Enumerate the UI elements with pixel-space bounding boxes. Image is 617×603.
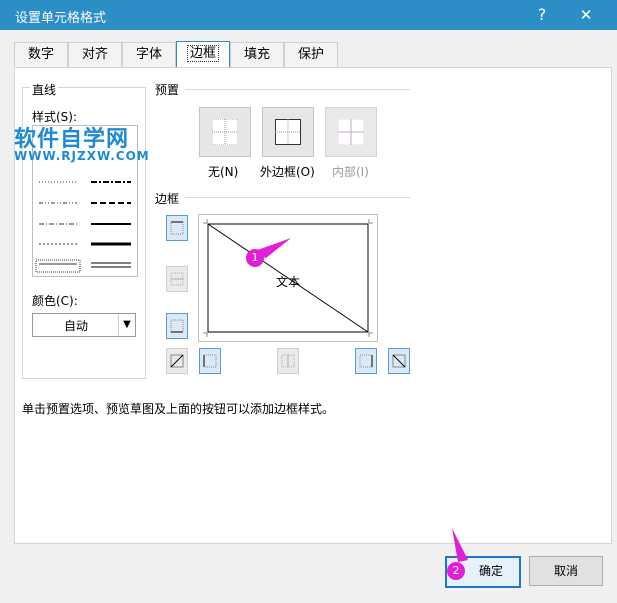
border-middle-horizontal-icon [170, 272, 184, 286]
hint-text: 单击预置选项、预览草图及上面的按钮可以添加边框样式。 [22, 402, 335, 416]
preset-outline-icon [275, 119, 301, 145]
line-heading: 直线 [30, 81, 59, 98]
border-preview[interactable]: 文本 [198, 214, 378, 342]
tab-fill[interactable]: 填充 [230, 42, 284, 67]
border-diagonal-up-button[interactable] [166, 348, 188, 374]
preset-inside-label: 内部(I) [332, 165, 369, 179]
color-label: 颜色(C): [32, 294, 78, 308]
border-bottom-button[interactable] [166, 313, 188, 339]
border-right-icon [359, 354, 373, 368]
preset-inside-button [325, 107, 377, 157]
tab-number[interactable]: 数字 [14, 42, 68, 67]
tab-label: 数字 [27, 47, 54, 62]
color-value: 自动 [63, 319, 88, 333]
border-divider [185, 197, 410, 198]
border-diagonal-down-button[interactable] [388, 348, 410, 374]
tab-label: 保护 [297, 47, 324, 62]
preset-none-icon [212, 119, 238, 145]
tab-border[interactable]: 边框 [176, 41, 230, 69]
tab-alignment[interactable]: 对齐 [68, 42, 122, 67]
diagonal-up-icon [170, 354, 184, 368]
tab-label: 边框 [186, 45, 220, 62]
preset-none-label: 无(N) [208, 165, 239, 179]
title-bar: 设置单元格格式 ? ✕ [0, 0, 617, 30]
border-top-button[interactable] [166, 215, 188, 241]
color-select[interactable]: 自动 ▼ [32, 313, 136, 337]
border-middle-vertical-button [277, 348, 299, 374]
preset-inside-icon [338, 119, 364, 145]
watermark-url: WWW.RJZXW.COM [14, 149, 150, 163]
format-cells-dialog: 设置单元格格式 ? ✕ 数字 对齐 字体 边框 填充 保护 直线 样式(S): [0, 0, 617, 603]
presets-heading: 预置 [155, 83, 180, 97]
preview-text: 文本 [276, 275, 301, 289]
chevron-down-icon[interactable]: ▼ [118, 314, 135, 336]
border-left-icon [203, 354, 217, 368]
help-button[interactable]: ? [522, 0, 562, 30]
cancel-button[interactable]: 取消 [529, 556, 603, 586]
dialog-title: 设置单元格格式 [15, 11, 107, 26]
tab-font[interactable]: 字体 [122, 42, 176, 67]
tab-label: 字体 [135, 47, 162, 62]
annotation-badge-2: 2 [447, 562, 465, 580]
preset-outline-button[interactable] [262, 107, 314, 157]
border-right-button[interactable] [355, 348, 377, 374]
tab-protection[interactable]: 保护 [284, 42, 338, 67]
border-middle-horizontal-button [166, 266, 188, 292]
presets-divider [185, 89, 410, 90]
border-bottom-icon [170, 319, 184, 333]
preset-outline-label: 外边框(O) [260, 165, 315, 179]
diagonal-down-icon [392, 354, 406, 368]
preset-none-button[interactable] [199, 107, 251, 157]
cancel-label: 取消 [553, 564, 578, 578]
border-top-icon [170, 221, 184, 235]
border-left-button[interactable] [199, 348, 221, 374]
border-middle-vertical-icon [281, 354, 295, 368]
ok-label: 确定 [478, 564, 503, 578]
border-heading: 边框 [155, 192, 180, 206]
tab-label: 填充 [243, 47, 270, 62]
tab-label: 对齐 [81, 47, 108, 62]
close-button[interactable]: ✕ [566, 0, 606, 30]
annotation-badge-1: 1 [246, 249, 264, 267]
